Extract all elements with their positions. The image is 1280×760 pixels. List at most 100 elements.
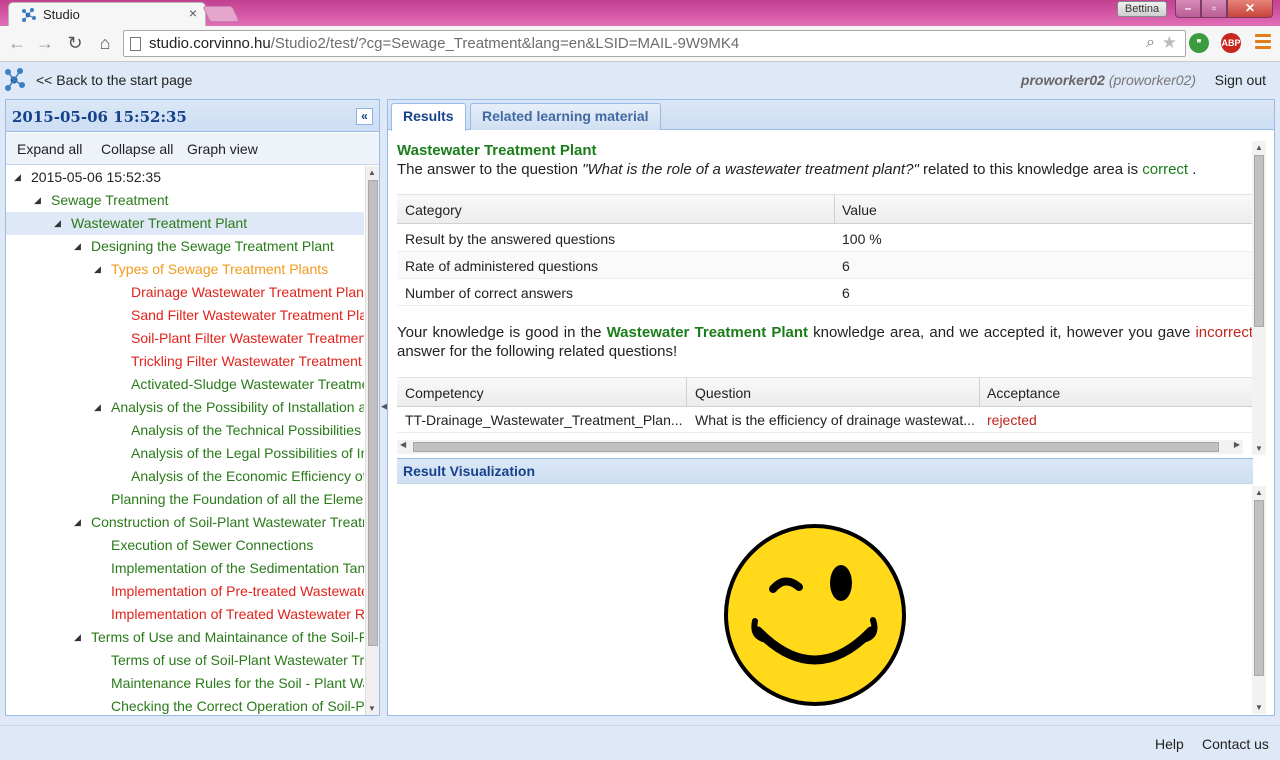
tree-node[interactable]: ◢ Wastewater Treatment Plant [6, 212, 364, 235]
tree-node[interactable]: ◢ Designing the Sewage Treatment Plant [6, 235, 364, 258]
url-text[interactable]: studio.corvinno.hu/Studio2/test/?cg=Sewa… [149, 35, 739, 52]
contact-us-link[interactable]: Contact us [1202, 736, 1269, 752]
tree-node[interactable]: ◢ 2015-05-06 15:52:35 [6, 166, 364, 189]
username: proworker02 [1020, 72, 1105, 88]
tree-node-label: Checking the Correct Operation of Soil-P… [111, 698, 364, 714]
browser-tab[interactable]: Studio × [8, 2, 206, 26]
tree-node[interactable]: Checking the Correct Operation of Soil-P… [6, 695, 364, 715]
profile-badge[interactable]: Bettina [1117, 1, 1167, 17]
scroll-right-icon[interactable]: ▶ [1234, 440, 1240, 449]
scroll-up-icon[interactable]: ▲ [1255, 488, 1263, 497]
home-icon[interactable]: ⌂ [94, 31, 116, 55]
tree-node[interactable]: ◢ Terms of Use and Maintainance of the So… [6, 626, 364, 649]
tree-node[interactable]: Activated-Sludge Wastewater Treatme [6, 373, 364, 396]
tree-node-label: Sewage Treatment [51, 192, 169, 208]
table-cell: Result by the answered questions [405, 231, 616, 247]
forward-arrow-icon[interactable]: → [34, 31, 56, 55]
table-row[interactable]: Result by the answered questions 100 % [397, 225, 1253, 252]
scroll-down-icon[interactable]: ▼ [368, 704, 376, 713]
visualization-scrollbar[interactable]: ▲ ▼ [1252, 486, 1266, 714]
tree-node[interactable]: Terms of use of Soil-Plant Wastewater Tr… [6, 649, 364, 672]
results-scrollbar[interactable]: ▲ ▼ [1252, 141, 1266, 455]
tree-node[interactable]: Execution of Sewer Connections [6, 534, 364, 557]
scroll-down-icon[interactable]: ▼ [1255, 444, 1263, 453]
scroll-left-icon[interactable]: ◀ [400, 440, 406, 449]
tree-scrollbar[interactable]: ▲ ▼ [365, 166, 379, 715]
column-header[interactable]: Competency [405, 385, 484, 401]
collapse-panel-icon[interactable]: « [356, 108, 373, 125]
graph-view-button[interactable]: Graph view [187, 141, 258, 157]
bookmark-star-icon[interactable]: ★ [1162, 33, 1177, 53]
adblock-plus-icon[interactable]: ABP [1221, 33, 1241, 53]
expand-triangle-icon[interactable]: ◢ [74, 235, 81, 258]
expand-triangle-icon[interactable]: ◢ [34, 189, 41, 212]
tree-node[interactable]: Analysis of the Legal Possibilities of I… [6, 442, 364, 465]
table-scrollbar-thumb[interactable] [413, 442, 1219, 452]
hangouts-icon[interactable]: ❞ [1189, 33, 1209, 53]
tree-panel: 2015-05-06 15:52:35 « Expand all Collaps… [5, 99, 380, 716]
tree-scrollbar-thumb[interactable] [368, 180, 378, 646]
tab-results[interactable]: Results [391, 103, 466, 131]
column-header[interactable]: Acceptance [987, 385, 1060, 401]
tree-node[interactable]: Planning the Foundation of all the Eleme… [6, 488, 364, 511]
tree-node[interactable]: ◢ Construction of Soil-Plant Wastewater T… [6, 511, 364, 534]
back-arrow-icon[interactable]: ← [6, 31, 28, 55]
help-link[interactable]: Help [1155, 736, 1184, 752]
paragraph-text: answer for the following related questio… [397, 343, 678, 360]
window-close-button[interactable]: ✕ [1227, 0, 1273, 18]
table-row[interactable]: Number of correct answers 6 [397, 279, 1253, 306]
tree-node[interactable]: Maintenance Rules for the Soil - Plant W… [6, 672, 364, 695]
sign-out-link[interactable]: Sign out [1215, 72, 1266, 88]
browser-menu-icon[interactable] [1255, 34, 1271, 52]
tree-node-label: Terms of use of Soil-Plant Wastewater Tr… [111, 652, 364, 668]
tree-node-label: Execution of Sewer Connections [111, 537, 314, 553]
table-row[interactable]: Rate of administered questions 6 [397, 252, 1253, 279]
collapse-all-button[interactable]: Collapse all [101, 141, 173, 157]
results-scrollbar-thumb[interactable] [1254, 155, 1264, 327]
tree-node[interactable]: Implementation of Treated Wastewater R.. [6, 603, 364, 626]
address-bar[interactable]: studio.corvinno.hu/Studio2/test/?cg=Sewa… [123, 30, 1186, 57]
column-header[interactable]: Question [695, 385, 751, 401]
tree-node[interactable]: Sand Filter Wastewater Treatment Plar [6, 304, 364, 327]
tree-node[interactable]: ◢ Sewage Treatment [6, 189, 364, 212]
acceptance-status: rejected [987, 412, 1037, 428]
column-header[interactable]: Category [405, 202, 462, 218]
visualization-body [397, 485, 1253, 715]
table-row[interactable]: TT-Drainage_Wastewater_Treatment_Plan...… [397, 406, 1253, 433]
expand-triangle-icon[interactable]: ◢ [14, 166, 21, 189]
scroll-up-icon[interactable]: ▲ [368, 168, 376, 177]
tree-node[interactable]: Analysis of the Technical Possibilities … [6, 419, 364, 442]
tab-related-learning-material[interactable]: Related learning material [470, 103, 661, 130]
visualization-title: Result Visualization [403, 463, 535, 479]
tree-node[interactable]: Implementation of the Sedimentation Tan [6, 557, 364, 580]
visualization-scrollbar-thumb[interactable] [1254, 500, 1264, 676]
window-maximize-button[interactable]: ▫ [1201, 0, 1227, 18]
tree-node[interactable]: Implementation of Pre-treated Wastewate [6, 580, 364, 603]
expand-all-button[interactable]: Expand all [17, 141, 82, 157]
new-tab-button[interactable] [202, 6, 240, 22]
reload-icon[interactable]: ↻ [64, 31, 86, 55]
tree-node[interactable]: ◢ Types of Sewage Treatment Plants [6, 258, 364, 281]
scroll-up-icon[interactable]: ▲ [1255, 143, 1263, 152]
column-header[interactable]: Value [842, 202, 877, 218]
scroll-down-icon[interactable]: ▼ [1255, 703, 1263, 712]
tree-node[interactable]: ◢ Analysis of the Possibility of Installa… [6, 396, 364, 419]
panel-splitter[interactable]: ◀ [380, 99, 388, 716]
user-info: proworker02 (proworker02) [1021, 72, 1196, 88]
tree-node[interactable]: Analysis of the Economic Efficiency of I [6, 465, 364, 488]
tree-node[interactable]: Drainage Wastewater Treatment Plant [6, 281, 364, 304]
expand-triangle-icon[interactable]: ◢ [94, 396, 101, 419]
tree-node[interactable]: Trickling Filter Wastewater Treatment .. [6, 350, 364, 373]
tree-node-label: Types of Sewage Treatment Plants [111, 261, 329, 277]
table-horizontal-scrollbar[interactable]: ◀ ▶ [397, 440, 1243, 454]
window-minimize-button[interactable]: – [1175, 0, 1201, 18]
expand-triangle-icon[interactable]: ◢ [94, 258, 101, 281]
tab-close-icon[interactable]: × [189, 5, 197, 21]
expand-triangle-icon[interactable]: ◢ [74, 511, 81, 534]
zoom-icon[interactable]: ⌕ [1146, 34, 1155, 52]
tree-node[interactable]: Soil-Plant Filter Wastewater Treatment [6, 327, 364, 350]
expand-triangle-icon[interactable]: ◢ [74, 626, 81, 649]
app-logo-icon[interactable] [4, 68, 26, 92]
expand-triangle-icon[interactable]: ◢ [54, 212, 61, 235]
back-to-start-link[interactable]: << Back to the start page [36, 72, 192, 88]
